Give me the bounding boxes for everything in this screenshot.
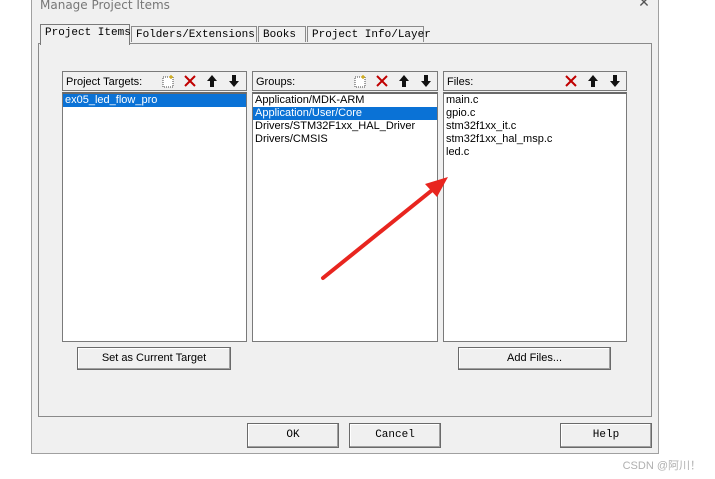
help-button[interactable]: Help — [560, 423, 652, 448]
move-down-target-icon[interactable] — [225, 73, 243, 89]
list-item[interactable]: stm32f1xx_it.c — [444, 120, 626, 133]
close-icon[interactable]: ✕ — [636, 0, 652, 11]
targets-list[interactable]: ex05_led_flow_pro — [62, 92, 247, 342]
tab-folders-extensions[interactable]: Folders/Extensions — [131, 26, 257, 42]
manage-project-items-dialog: Manage Project Items ✕ Project Items Fol… — [31, 0, 659, 454]
new-target-icon[interactable] — [159, 73, 177, 89]
set-as-current-target-button[interactable]: Set as Current Target — [77, 347, 231, 370]
list-item[interactable]: Drivers/STM32F1xx_HAL_Driver — [253, 120, 437, 133]
groups-header: Groups: — [252, 71, 438, 91]
delete-target-icon[interactable] — [181, 73, 199, 89]
move-up-group-icon[interactable] — [395, 73, 413, 89]
files-label: Files: — [447, 76, 474, 88]
watermark: CSDN @阿川！ — [622, 460, 701, 472]
list-item[interactable]: Application/User/Core — [253, 107, 437, 120]
list-item[interactable]: led.c — [444, 146, 626, 159]
list-item[interactable]: Drivers/CMSIS — [253, 133, 437, 146]
groups-label: Groups: — [256, 76, 296, 88]
targets-header: Project Targets: — [62, 71, 247, 91]
targets-label: Project Targets: — [66, 76, 143, 88]
list-item[interactable]: ex05_led_flow_pro — [63, 94, 246, 107]
tab-project-items[interactable]: Project Items — [40, 24, 131, 45]
groups-list[interactable]: Application/MDK-ARM Application/User/Cor… — [252, 92, 438, 342]
dialog-title: Manage Project Items — [40, 0, 170, 12]
list-item[interactable]: stm32f1xx_hal_msp.c — [444, 133, 626, 146]
files-header: Files: — [443, 71, 627, 91]
move-down-group-icon[interactable] — [417, 73, 435, 89]
ok-button[interactable]: OK — [247, 423, 339, 448]
list-item[interactable]: Application/MDK-ARM — [253, 94, 437, 107]
delete-file-icon[interactable] — [562, 73, 580, 89]
list-item[interactable]: gpio.c — [444, 107, 626, 120]
list-item[interactable]: main.c — [444, 94, 626, 107]
delete-group-icon[interactable] — [373, 73, 391, 89]
project-items-panel: Project Targets: ex05_led_flow_pro Group… — [38, 43, 652, 417]
add-files-button[interactable]: Add Files... — [458, 347, 611, 370]
move-down-file-icon[interactable] — [606, 73, 624, 89]
tab-project-info-layer[interactable]: Project Info/Layer — [307, 26, 431, 42]
move-up-file-icon[interactable] — [584, 73, 602, 89]
cancel-button[interactable]: Cancel — [349, 423, 441, 448]
files-list[interactable]: main.c gpio.c stm32f1xx_it.c stm32f1xx_h… — [443, 92, 627, 342]
tab-books[interactable]: Books — [258, 26, 306, 42]
move-up-target-icon[interactable] — [203, 73, 221, 89]
new-group-icon[interactable] — [351, 73, 369, 89]
